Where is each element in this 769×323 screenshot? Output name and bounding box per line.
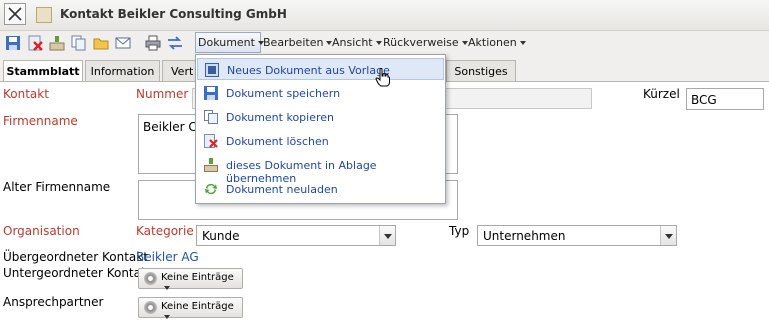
gear-icon: [144, 272, 157, 285]
kuerzel-field[interactable]: BCG: [686, 88, 764, 110]
menu-bearbeiten[interactable]: Bearbeiten: [263, 36, 333, 49]
delete-icon: [204, 134, 218, 148]
chevron-down-icon: [519, 41, 526, 45]
untergeordneter-label: Untergeordneter Kontakt: [3, 266, 153, 280]
kategorie-value: Kunde: [202, 229, 240, 243]
untergeordneter-button[interactable]: Keine Einträge: [138, 268, 243, 290]
menu-item-new-from-template[interactable]: Neues Dokument aus Vorlage: [197, 58, 444, 80]
chevron-down-icon: [164, 286, 170, 290]
typ-value: Unternehmen: [483, 229, 566, 243]
typ-select[interactable]: Unternehmen: [477, 225, 677, 246]
chevron-down-icon: [660, 226, 676, 245]
copy-icon: [204, 110, 218, 124]
menu-item-archive[interactable]: dieses Dokument in Ablage übernehmen: [197, 154, 444, 185]
menu-item-delete[interactable]: Dokument löschen: [197, 130, 444, 152]
tab-information[interactable]: Information: [85, 60, 160, 81]
archive-icon[interactable]: [49, 35, 65, 51]
mail-icon[interactable]: [115, 35, 131, 51]
tab-stammblatt[interactable]: Stammblatt: [3, 60, 83, 82]
menu-aktionen[interactable]: Aktionen: [468, 36, 526, 49]
delete-icon[interactable]: [27, 35, 43, 51]
save-icon: [204, 86, 218, 100]
copy-icon[interactable]: [71, 35, 87, 51]
close-icon: [8, 7, 22, 21]
hand-cursor-icon: [375, 68, 390, 87]
chevron-down-icon: [164, 315, 170, 319]
kuerzel-label: Kürzel: [643, 87, 680, 101]
print-icon[interactable]: [145, 35, 161, 51]
tab-sonstiges[interactable]: Sonstiges: [446, 60, 516, 81]
kategorie-select[interactable]: Kunde: [196, 225, 396, 246]
menu-item-reload[interactable]: Dokument neuladen: [197, 178, 444, 200]
contact-icon: [36, 7, 52, 23]
menu-item-save[interactable]: Dokument speichern: [197, 82, 444, 104]
save-icon[interactable]: [5, 35, 21, 51]
menu-item-copy[interactable]: Dokument kopieren: [197, 106, 444, 128]
reload-icon: [205, 183, 217, 195]
chevron-down-icon: [461, 41, 468, 45]
ansprechpartner-label: Ansprechpartner: [3, 295, 104, 309]
firmenname-label: Firmenname: [3, 114, 78, 128]
chevron-down-icon: [375, 41, 382, 45]
typ-label: Typ: [449, 224, 470, 238]
menu-dokument[interactable]: Dokument: [198, 36, 264, 49]
transfer-icon[interactable]: [167, 35, 183, 51]
uebergeordneter-label: Übergeordneter Kontakt: [3, 250, 148, 264]
new-from-template-icon: [205, 63, 219, 77]
alter-firmenname-label: Alter Firmenname: [3, 180, 111, 194]
ansprechpartner-button[interactable]: Keine Einträge: [138, 297, 243, 319]
chevron-down-icon: [379, 226, 395, 245]
close-button[interactable]: [4, 3, 26, 25]
dokument-dropdown: Neues Dokument aus Vorlage Dokument spei…: [195, 54, 446, 204]
menu-rueckverweise[interactable]: Rückverweise: [383, 36, 468, 49]
nummer-label: Nummer: [136, 87, 189, 101]
folder-icon[interactable]: [93, 35, 109, 51]
archive-icon: [204, 158, 218, 172]
menu-ansicht[interactable]: Ansicht: [332, 36, 382, 49]
window-title: Kontakt Beikler Consulting GmbH: [60, 7, 287, 21]
kontakt-label: Kontakt: [3, 87, 49, 101]
uebergeordneter-link[interactable]: Beikler AG: [136, 250, 199, 264]
organisation-label: Organisation: [3, 224, 80, 238]
kategorie-label: Kategorie: [136, 224, 194, 238]
gear-icon: [144, 301, 157, 314]
